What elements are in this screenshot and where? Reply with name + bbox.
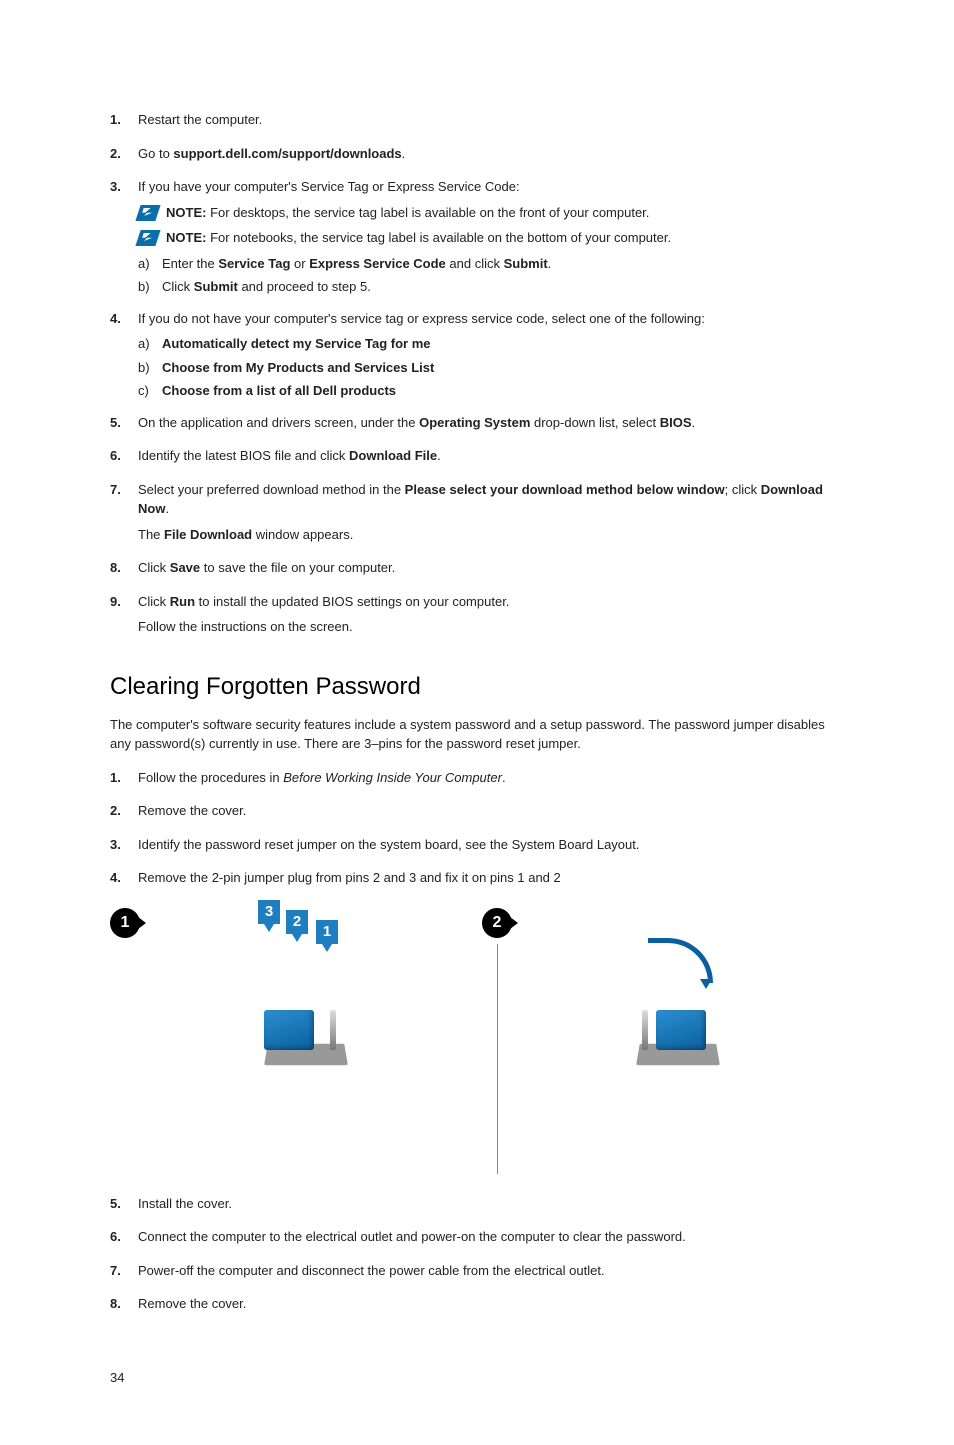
list-body: If you have your computer's Service Tag …: [138, 177, 844, 301]
list-body: Power-off the computer and disconnect th…: [138, 1261, 844, 1287]
procedure-list-password-a: 1.Follow the procedures in Before Workin…: [110, 768, 844, 894]
list-number: 4.: [110, 868, 138, 894]
list-body: Remove the 2-pin jumper plug from pins 2…: [138, 868, 844, 894]
list-body: Go to support.dell.com/support/downloads…: [138, 144, 844, 170]
list-body: Remove the cover.: [138, 1294, 844, 1320]
step-badge-2: 2: [482, 908, 512, 938]
list-number: 5.: [110, 413, 138, 439]
list-body: If you do not have your computer's servi…: [138, 309, 844, 405]
list-item: 7.Power-off the computer and disconnect …: [110, 1261, 844, 1287]
section-heading: Clearing Forgotten Password: [110, 673, 844, 701]
list-number: 3.: [110, 835, 138, 861]
note-icon: [135, 205, 160, 221]
pin-label-3: 3: [258, 900, 280, 924]
sub-list-item: b)Click Submit and proceed to step 5.: [138, 277, 844, 297]
page-number: 34: [110, 1370, 844, 1385]
list-item: 8.Click Save to save the file on your co…: [110, 558, 844, 584]
list-body: Click Save to save the file on your comp…: [138, 558, 844, 584]
list-body: Remove the cover.: [138, 801, 844, 827]
list-item: 3.Identify the password reset jumper on …: [110, 835, 844, 861]
document-page: 1.Restart the computer.2.Go to support.d…: [0, 0, 954, 1445]
note-icon: [135, 230, 160, 246]
pin-label-2: 2: [286, 910, 308, 934]
list-number: 6.: [110, 446, 138, 472]
list-item: 5.On the application and drivers screen,…: [110, 413, 844, 439]
list-item: 5.Install the cover.: [110, 1194, 844, 1220]
list-body: Install the cover.: [138, 1194, 844, 1220]
list-number: 5.: [110, 1194, 138, 1220]
note: NOTE: For desktops, the service tag labe…: [138, 203, 844, 223]
list-item: 4.If you do not have your computer's ser…: [110, 309, 844, 405]
step-badge-1: 1: [110, 908, 140, 938]
list-item: 1.Follow the procedures in Before Workin…: [110, 768, 844, 794]
list-number: 7.: [110, 1261, 138, 1287]
list-number: 4.: [110, 309, 138, 405]
sub-list-item: a)Automatically detect my Service Tag fo…: [138, 334, 844, 354]
figure-divider: [497, 944, 498, 1174]
list-number: 9.: [110, 592, 138, 643]
list-number: 7.: [110, 480, 138, 551]
list-body: Restart the computer.: [138, 110, 844, 136]
list-number: 1.: [110, 768, 138, 794]
list-number: 2.: [110, 801, 138, 827]
list-item: 6.Identify the latest BIOS file and clic…: [110, 446, 844, 472]
list-item: 9.Click Run to install the updated BIOS …: [110, 592, 844, 643]
sub-list: a)Enter the Service Tag or Express Servi…: [138, 254, 844, 297]
list-item: 7.Select your preferred download method …: [110, 480, 844, 551]
pin-label-1: 1: [316, 920, 338, 944]
list-number: 1.: [110, 110, 138, 136]
motion-arrow-icon: [648, 938, 713, 983]
list-body: Identify the password reset jumper on th…: [138, 835, 844, 861]
list-item: 2.Remove the cover.: [110, 801, 844, 827]
procedure-list-password-b: 5.Install the cover.6.Connect the comput…: [110, 1194, 844, 1320]
list-item: 8.Remove the cover.: [110, 1294, 844, 1320]
list-number: 2.: [110, 144, 138, 170]
list-number: 8.: [110, 1294, 138, 1320]
sub-list-item: c)Choose from a list of all Dell product…: [138, 381, 844, 401]
list-number: 3.: [110, 177, 138, 301]
jumper-before: 3 2 1: [150, 908, 472, 1108]
procedure-list-bios: 1.Restart the computer.2.Go to support.d…: [110, 110, 844, 643]
jumper-after: [522, 908, 844, 1108]
list-body: Select your preferred download method in…: [138, 480, 844, 551]
list-item: 1.Restart the computer.: [110, 110, 844, 136]
list-number: 8.: [110, 558, 138, 584]
sub-list-item: b)Choose from My Products and Services L…: [138, 358, 844, 378]
sub-list-item: a)Enter the Service Tag or Express Servi…: [138, 254, 844, 274]
list-item: 2.Go to support.dell.com/support/downloa…: [110, 144, 844, 170]
list-item: 4.Remove the 2-pin jumper plug from pins…: [110, 868, 844, 894]
list-item: 3.If you have your computer's Service Ta…: [110, 177, 844, 301]
intro-paragraph: The computer's software security feature…: [110, 715, 844, 754]
list-body: Click Run to install the updated BIOS se…: [138, 592, 844, 643]
note: NOTE: For notebooks, the service tag lab…: [138, 228, 844, 248]
list-number: 6.: [110, 1227, 138, 1253]
sub-list: a)Automatically detect my Service Tag fo…: [138, 334, 844, 401]
list-body: On the application and drivers screen, u…: [138, 413, 844, 439]
list-item: 6.Connect the computer to the electrical…: [110, 1227, 844, 1253]
list-body: Follow the procedures in Before Working …: [138, 768, 844, 794]
jumper-figure: 1 3 2 1 2: [110, 908, 844, 1174]
list-body: Connect the computer to the electrical o…: [138, 1227, 844, 1253]
list-body: Identify the latest BIOS file and click …: [138, 446, 844, 472]
